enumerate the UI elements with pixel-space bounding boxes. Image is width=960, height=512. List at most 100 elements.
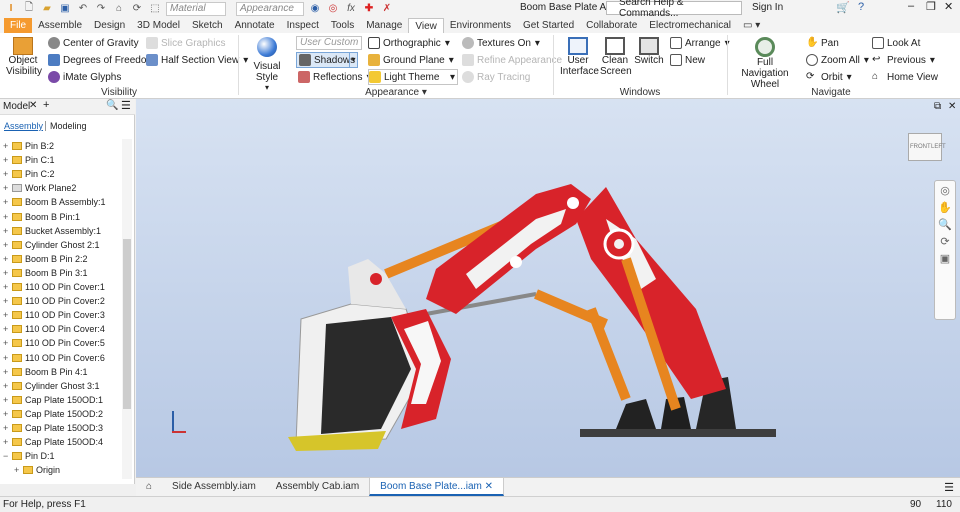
color-override-icon[interactable]: ◉ — [308, 3, 322, 15]
ribbon-options-icon[interactable]: ▭ ▾ — [737, 18, 766, 33]
tree-item[interactable]: +110 OD Pin Cover:4 — [3, 322, 105, 336]
new-file-icon[interactable]: 🗋 — [22, 2, 36, 15]
clean-screen-button[interactable]: Clean Screen — [600, 37, 632, 77]
redo-icon[interactable]: ↷ — [94, 3, 108, 15]
tab-file[interactable]: File — [4, 18, 33, 33]
expand-icon[interactable]: + — [3, 367, 10, 377]
base-plate[interactable] — [580, 429, 776, 437]
add-icon[interactable]: + — [43, 99, 49, 111]
tab-annotate[interactable]: Annotate — [229, 18, 281, 33]
expand-icon[interactable]: + — [3, 324, 10, 334]
expand-icon[interactable]: + — [3, 423, 10, 433]
tree-item[interactable]: + Cap Plate 150OD:4 — [3, 435, 103, 449]
textures-on-button[interactable]: Textures On ▾ — [462, 35, 540, 51]
restore-icon[interactable]: ❐ — [926, 0, 936, 13]
expand-icon[interactable]: + — [3, 141, 10, 151]
tree-item[interactable]: +110 OD Pin Cover:5 — [3, 336, 105, 350]
open-file-icon[interactable]: ▰ — [40, 3, 54, 15]
tab-inspect[interactable]: Inspect — [281, 18, 325, 33]
tree-item[interactable]: + Boom B Pin 4:1 — [3, 365, 88, 379]
expand-icon[interactable]: + — [3, 212, 10, 222]
undo-icon[interactable]: ↶ — [76, 3, 90, 15]
expand-icon[interactable]: + — [3, 381, 10, 391]
zoom-icon[interactable]: 🔍 — [938, 218, 952, 232]
orbit-button[interactable]: ⟳ Orbit ▾ — [806, 69, 852, 85]
boom-pivot-pin[interactable] — [614, 239, 624, 249]
tree-item[interactable]: +110 OD Pin Cover:2 — [3, 294, 105, 308]
add-icon[interactable]: ✚ — [362, 3, 376, 15]
tab-collaborate[interactable]: Collaborate — [580, 18, 643, 33]
close-window-icon[interactable]: ✕ — [944, 0, 953, 13]
tab-get-started[interactable]: Get Started — [517, 18, 580, 33]
tree-item[interactable]: − Pin D:1 — [3, 449, 55, 463]
tree-item[interactable]: +110 OD Pin Cover:3 — [3, 308, 105, 322]
user-interface-button[interactable]: User Interface — [560, 37, 599, 77]
close-icon[interactable]: ✕ — [485, 481, 493, 492]
expand-icon[interactable]: + — [3, 197, 10, 207]
expand-icon[interactable]: + — [3, 437, 10, 447]
material-dropdown[interactable]: Material — [166, 1, 226, 16]
tree-item[interactable]: + Boom B Assembly:1 — [3, 195, 106, 209]
expand-icon[interactable]: + — [3, 296, 10, 306]
orbit-icon[interactable]: ⟳ — [938, 235, 952, 249]
clear-appearance-icon[interactable]: ◎ — [326, 3, 340, 15]
close-icon[interactable]: ✕ — [29, 100, 37, 111]
view-representation-dropdown[interactable]: User Custom — [296, 36, 362, 50]
tree-item[interactable]: + Cap Plate 150OD:1 — [3, 393, 103, 407]
tree-item[interactable]: + Origin — [14, 463, 60, 477]
degrees-of-freedom-button[interactable]: Degrees of Freedom — [48, 52, 155, 68]
menu-icon[interactable]: ☰ — [121, 99, 131, 112]
tree-item[interactable]: + Pin B:2 — [3, 139, 54, 153]
tab-view[interactable]: View — [408, 18, 444, 33]
boom-right[interactable] — [576, 187, 726, 399]
expand-icon[interactable]: + — [3, 240, 10, 250]
arrange-button[interactable]: Arrange▾ — [670, 35, 730, 51]
tree-item[interactable]: + Boom B Pin 3:1 — [3, 266, 88, 280]
arm-pin[interactable] — [510, 256, 522, 268]
tab-environments[interactable]: Environments — [444, 18, 517, 33]
doc-tab-side-assembly[interactable]: Side Assembly.iam — [162, 478, 266, 496]
minimize-icon[interactable]: – — [908, 0, 914, 12]
refine-appearance-button[interactable]: Refine Appearance — [462, 52, 562, 68]
arm-top-pin[interactable] — [567, 197, 579, 209]
expand-icon[interactable]: + — [3, 282, 10, 292]
new-window-button[interactable]: New — [670, 52, 705, 68]
browser-scrollbar-thumb[interactable] — [123, 239, 131, 409]
expand-icon[interactable]: + — [3, 268, 10, 278]
update-icon[interactable]: ⟳ — [130, 3, 144, 15]
close-icon[interactable]: ✕ — [948, 101, 956, 112]
pan-icon[interactable]: ✋ — [938, 201, 952, 215]
tree-item[interactable]: +110 OD Pin Cover:6 — [3, 351, 105, 365]
expand-icon[interactable]: + — [3, 254, 10, 264]
appearance-dropdown[interactable]: Appearance — [236, 1, 304, 16]
tree-item[interactable]: + Cap Plate 150OD:3 — [3, 421, 103, 435]
tree-item[interactable]: + Pin C:1 — [3, 153, 55, 167]
slice-graphics-button[interactable]: Slice Graphics — [146, 35, 225, 51]
expand-icon[interactable]: + — [3, 310, 10, 320]
full-navigation-wheel-button[interactable]: Full Navigation Wheel — [734, 37, 796, 90]
graphics-viewport[interactable]: FRONT LEFT ⧉ ✕ ◎ ✋ 🔍 ⟳ ▣ — [136, 99, 960, 477]
select-icon[interactable]: ⬚ — [148, 3, 162, 15]
expand-icon[interactable]: + — [14, 465, 21, 475]
expand-icon[interactable]: + — [3, 409, 10, 419]
viewcube-front-face[interactable]: FRONT — [910, 144, 931, 150]
expand-icon[interactable]: − — [3, 451, 10, 461]
tab-3d-model[interactable]: 3D Model — [131, 18, 186, 33]
tab-manage[interactable]: Manage — [360, 18, 408, 33]
tree-item[interactable]: +110 OD Pin Cover:1 — [3, 280, 105, 294]
viewcube-left-face[interactable]: LEFT — [931, 144, 946, 150]
doc-tab-boom-base-plate[interactable]: Boom Base Plate...iam ✕ — [369, 478, 505, 496]
zoom-all-button[interactable]: Zoom All ▾ — [806, 52, 869, 68]
look-at-button[interactable]: Look At — [872, 35, 920, 51]
app-menu-icon[interactable]: I — [4, 3, 18, 15]
expand-icon[interactable]: + — [3, 169, 10, 179]
measure-icon[interactable]: ✗ — [380, 3, 394, 15]
tree-item[interactable]: + Bucket Assembly:1 — [3, 224, 101, 238]
base-bracket-left[interactable] — [616, 399, 656, 429]
browser-scrollbar[interactable] — [122, 139, 132, 479]
visual-style-button[interactable]: Visual Style ▾ — [244, 37, 290, 92]
viewcube[interactable]: FRONT LEFT — [908, 133, 946, 161]
search-help-input[interactable]: Search Help & Commands... — [606, 0, 742, 19]
look-at-icon[interactable]: ▣ — [938, 252, 952, 266]
tree-item[interactable]: + Cylinder Ghost 3:1 — [3, 379, 100, 393]
